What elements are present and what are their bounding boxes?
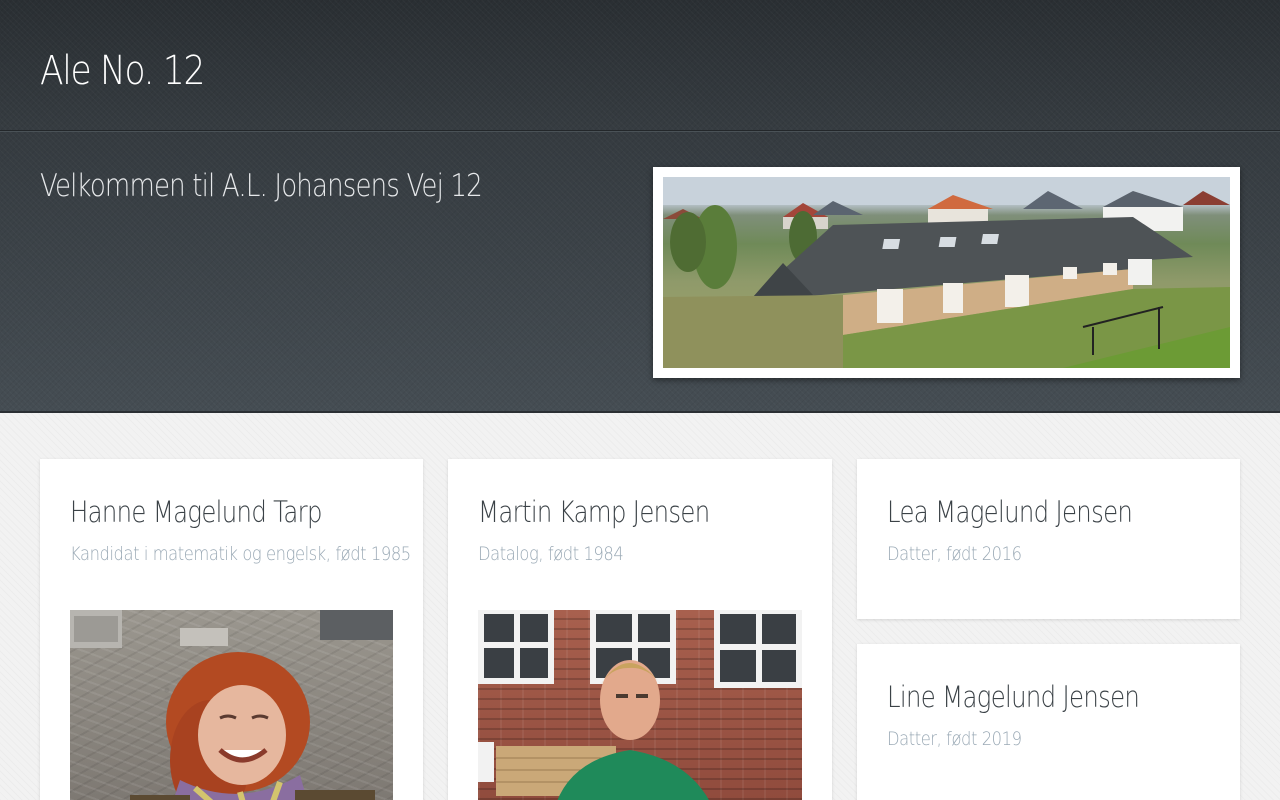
- person-description: Datter, født 2019: [887, 728, 1022, 750]
- person-card-line: Line Magelund Jensen Datter, født 2019: [857, 644, 1240, 800]
- person-name: Martin Kamp Jensen: [478, 495, 710, 529]
- person-card-martin: Martin Kamp Jensen Datalog, født 1984: [448, 459, 832, 800]
- site-header: Ale No. 12: [0, 0, 1280, 131]
- hero-photo-frame: [653, 167, 1240, 378]
- person-card-lea: Lea Magelund Jensen Datter, født 2016: [857, 459, 1240, 619]
- person-description: Datalog, født 1984: [478, 543, 624, 565]
- person-name: Hanne Magelund Tarp: [70, 495, 322, 529]
- portrait-photo-martin: [478, 610, 802, 800]
- site-title[interactable]: Ale No. 12: [40, 48, 205, 94]
- person-name: Lea Magelund Jensen: [887, 495, 1133, 529]
- person-description: Datter, født 2016: [887, 543, 1022, 565]
- portrait-illustration-hanne: [70, 610, 393, 800]
- house-illustration: [663, 177, 1230, 368]
- portrait-illustration-martin: [478, 610, 802, 800]
- hero-section: Velkommen til A.L. Johansens Vej 12: [0, 131, 1280, 413]
- portrait-photo-hanne: [70, 610, 393, 800]
- person-name: Line Magelund Jensen: [887, 680, 1140, 714]
- person-card-hanne: Hanne Magelund Tarp Kandidat i matematik…: [40, 459, 423, 800]
- person-description: Kandidat i matematik og engelsk, født 19…: [70, 543, 411, 565]
- house-aerial-photo: [663, 177, 1230, 368]
- people-section: Hanne Magelund Tarp Kandidat i matematik…: [0, 413, 1280, 800]
- hero-heading: Velkommen til A.L. Johansens Vej 12: [40, 168, 483, 204]
